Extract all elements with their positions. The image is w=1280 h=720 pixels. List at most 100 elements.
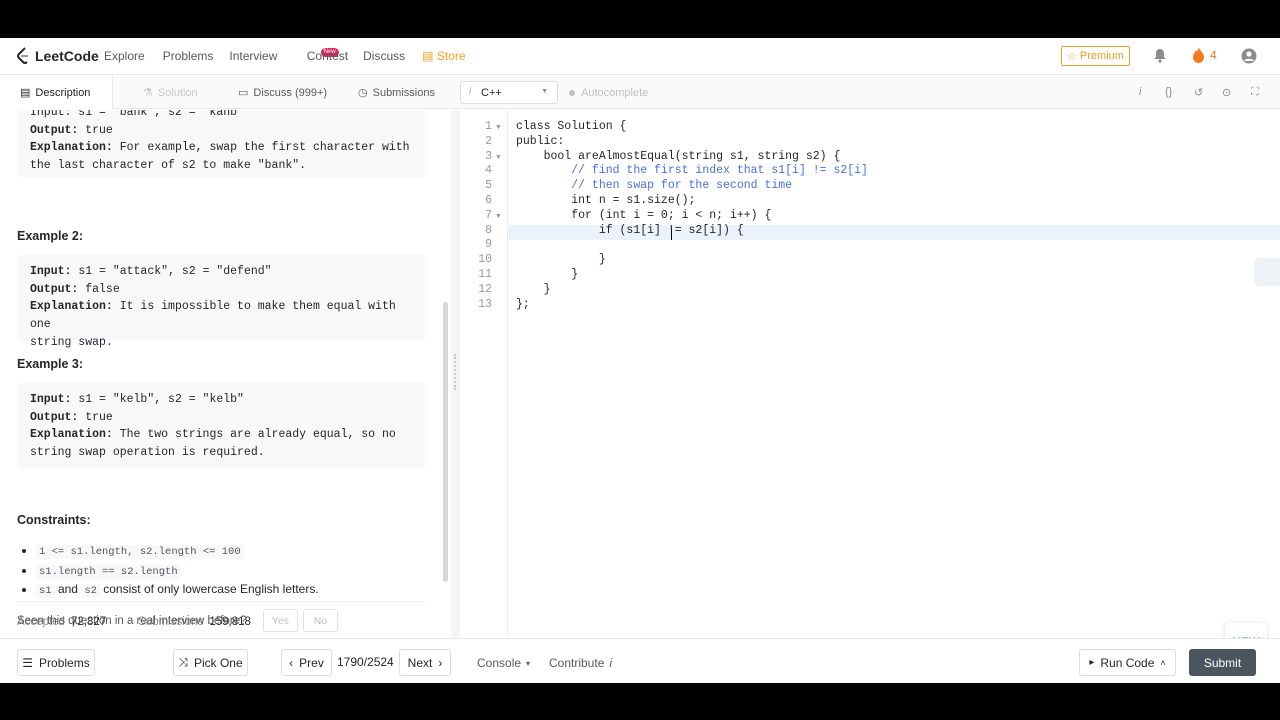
code-line[interactable]: } (516, 268, 578, 281)
leetcode-logo-icon (17, 47, 28, 64)
yes-button[interactable]: Yes (263, 609, 298, 632)
example-2-output: Output: false (30, 282, 120, 296)
side-panel-tab[interactable] (1254, 258, 1280, 286)
example-3-explanation: Explanation: The two strings are already… (30, 428, 396, 442)
language-select[interactable]: i C++ ▼ (460, 81, 558, 104)
info-icon: i (469, 86, 472, 97)
info-icon[interactable]: i (1139, 86, 1141, 98)
code-line[interactable]: // then swap for the second time (516, 179, 792, 192)
code-line[interactable]: } (516, 253, 606, 266)
notification-bell-icon[interactable] (1153, 48, 1167, 68)
nav-interview[interactable]: Interview New (229, 48, 339, 64)
code-line[interactable]: bool areAlmostEqual(string s1, string s2… (516, 150, 841, 163)
code-area[interactable]: class Solution { public: bool areAlmostEq… (509, 110, 1280, 676)
contribute-link[interactable]: Contribute i (549, 656, 612, 670)
example-2-explanation: Explanation: It is impossible to make th… (30, 300, 396, 332)
line-number: 2 (485, 134, 492, 148)
shuffle-icon: ⤨ (178, 655, 188, 669)
chevron-up-icon: ˄ (1160, 657, 1166, 668)
user-avatar-icon[interactable] (1241, 48, 1257, 69)
nav-store[interactable]: ▤ Store (422, 49, 465, 64)
terminal-icon: ▸ (1089, 657, 1095, 668)
code-line[interactable]: for (int i = 0; i < n; i++) { (516, 209, 771, 222)
no-button[interactable]: No (303, 609, 338, 632)
next-button[interactable]: Next › (399, 649, 451, 676)
list-icon: ☰ (22, 655, 34, 670)
code-line[interactable]: } (516, 283, 551, 296)
page-indicator: 1790/2524 (337, 655, 394, 669)
example-3-heading: Example 3: (17, 357, 84, 371)
prev-button[interactable]: ‹ Prev (281, 649, 332, 676)
line-number: 7 (485, 208, 492, 222)
divider (17, 601, 425, 602)
autocomplete-label: Autocomplete (581, 87, 649, 99)
contribute-label: Contribute (549, 656, 605, 670)
line-number: 3 (485, 149, 492, 163)
constraint-item: 1 <= s1.length, s2.length <= 100 (36, 542, 319, 562)
submit-button[interactable]: Submit (1189, 649, 1256, 676)
example-2-heading: Example 2: (17, 229, 84, 243)
fold-arrow-icon[interactable]: ▼ (495, 154, 502, 161)
line-number: 1 (485, 120, 492, 133)
star-icon: ☆ (1067, 50, 1077, 63)
code-line[interactable]: }; (516, 298, 530, 311)
code-line[interactable]: class Solution { (516, 120, 626, 133)
splitter-handle-icon[interactable] (454, 354, 456, 390)
line-number: 4 (485, 164, 492, 178)
line-number: 5 (485, 179, 492, 193)
streak-counter[interactable]: 4 (1192, 47, 1217, 63)
premium-button[interactable]: ☆ Premium (1061, 46, 1130, 66)
code-line[interactable]: if (s1[i] != s2[i]) { (516, 224, 744, 237)
tab-description[interactable]: ▤ Description (0, 76, 113, 109)
code-editor[interactable]: 1 ▼ 2 3 ▼ 4 5 6 7 ▼ 8 9 10 11 12 13 class Solution {pub… (460, 110, 1280, 676)
constraint-3-s2: s2 (81, 584, 100, 598)
constraint-item: s1 and s2 consist of only lowercase Engl… (36, 581, 319, 601)
line-number: 6 (485, 194, 492, 207)
tab-discuss-label: Discuss (999+) (253, 86, 328, 99)
clock-icon: ◷ (358, 87, 368, 99)
line-number: 12 (478, 282, 492, 296)
chevron-down-icon: ▼ (541, 88, 548, 95)
example-1-explanation: Explanation: For example, swap the first… (30, 141, 410, 155)
code-line[interactable]: public: (516, 135, 564, 148)
autocomplete-toggle[interactable]: Autocomplete (569, 87, 648, 99)
fold-arrow-icon[interactable]: ▼ (495, 124, 502, 131)
code-line[interactable]: // find the first index that s1[i] != s2… (516, 164, 868, 177)
braces-icon[interactable]: {} (1165, 86, 1172, 98)
nav-explore[interactable]: Explore (104, 49, 145, 64)
pick-one-button[interactable]: ⤨ Pick One (173, 649, 248, 676)
tab-submissions[interactable]: ◷ Submissions (358, 76, 435, 109)
nav-contest[interactable]: Contest (307, 49, 348, 64)
tab-submissions-label: Submissions (372, 86, 435, 99)
settings-icon[interactable]: ⊙ (1222, 86, 1231, 99)
example-3-output: Output: true (30, 410, 113, 424)
example-1-box: Input: s1 = "bank", s2 = "kanb" Output: … (17, 110, 425, 177)
tab-discuss[interactable]: ▭ Discuss (999+) (238, 76, 327, 109)
constraint-3-and: and (54, 582, 82, 596)
code-line[interactable]: int n = s1.size(); (516, 194, 695, 207)
line-number: 10 (478, 253, 492, 267)
panel-splitter[interactable] (451, 110, 460, 676)
chevron-right-icon: › (438, 655, 443, 670)
nav-store-label: Store (436, 49, 466, 63)
flask-icon: ⚗ (143, 87, 153, 99)
nav-problems[interactable]: Problems (163, 49, 214, 64)
logo[interactable]: LeetCode (16, 47, 99, 65)
example-3-explanation-cont: string swap operation is required. (30, 446, 265, 460)
line-number-gutter: 1 ▼ 2 3 ▼ 4 5 6 7 ▼ 8 9 10 11 12 13 (460, 110, 508, 676)
logo-text: LeetCode (35, 48, 99, 64)
constraint-3-text: consist of only lowercase English letter… (99, 582, 319, 596)
run-code-button[interactable]: ▸ Run Code ˄ (1079, 649, 1176, 676)
nav-discuss[interactable]: Discuss (363, 49, 405, 64)
example-3-box: Input: s1 = "kelb", s2 = "kelb" Output: … (17, 383, 425, 468)
constraint-2: s1.length == s2.length (36, 564, 181, 579)
constraint-item: s1.length == s2.length (36, 562, 319, 582)
fullscreen-icon[interactable]: ⛶ (1251, 86, 1259, 99)
fold-arrow-icon[interactable]: ▼ (495, 213, 502, 220)
console-toggle[interactable]: Console ▾ (477, 656, 530, 670)
problems-list-button[interactable]: ☰ Problems (17, 649, 95, 676)
description-scrollbar[interactable] (443, 302, 448, 582)
reset-icon[interactable]: ↺ (1194, 86, 1203, 99)
tab-solution[interactable]: ⚗ Solution (143, 76, 198, 109)
language-value: C++ (481, 86, 502, 99)
